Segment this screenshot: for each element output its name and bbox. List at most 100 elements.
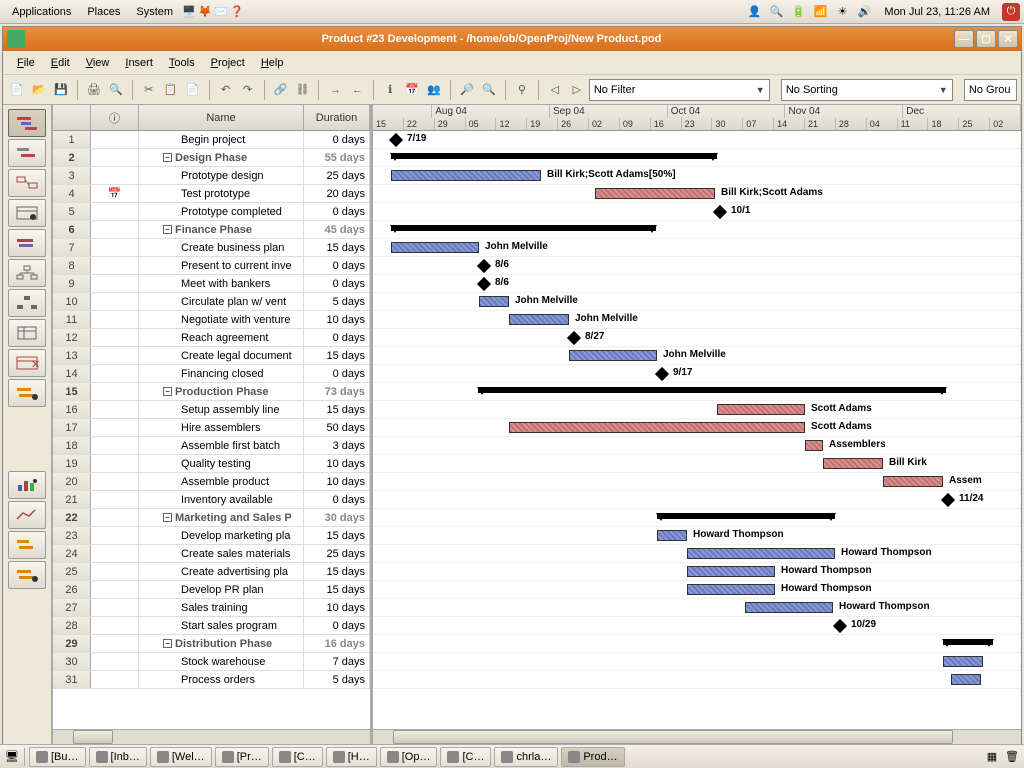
maximize-button[interactable]: ▢: [976, 30, 996, 48]
outdent-icon[interactable]: ←: [347, 79, 367, 101]
sorting-combo[interactable]: No Sorting▼: [781, 79, 953, 101]
table-row[interactable]: 11Negotiate with venture10 days: [53, 311, 370, 329]
gantt-row[interactable]: [373, 221, 1021, 239]
gantt-bar[interactable]: [883, 476, 943, 487]
gantt-bar[interactable]: [569, 350, 657, 361]
table-row[interactable]: 24Create sales materials25 days: [53, 545, 370, 563]
power-icon[interactable]: ⏻: [1002, 3, 1020, 21]
table-row[interactable]: 22−Marketing and Sales P30 days: [53, 509, 370, 527]
task-usage2-button[interactable]: [8, 531, 46, 559]
taskbar-item[interactable]: [Wel…: [150, 747, 212, 767]
gantt-bar[interactable]: [477, 277, 491, 291]
table-row[interactable]: 1Begin project0 days: [53, 131, 370, 149]
table-row[interactable]: 31Process orders5 days: [53, 671, 370, 689]
gantt-bar[interactable]: [687, 584, 775, 595]
name-header[interactable]: Name: [139, 105, 304, 130]
network-view-button[interactable]: [8, 169, 46, 197]
gantt-row[interactable]: Bill Kirk;Scott Adams: [373, 185, 1021, 203]
gantt-row[interactable]: John Melville: [373, 347, 1021, 365]
gantt-row[interactable]: Howard Thompson: [373, 563, 1021, 581]
table-row[interactable]: 19Quality testing10 days: [53, 455, 370, 473]
taskbar-item[interactable]: [H…: [326, 747, 377, 767]
undo-icon[interactable]: ↶: [216, 79, 236, 101]
gantt-row[interactable]: Bill Kirk;Scott Adams[50%]: [373, 167, 1021, 185]
gantt-row[interactable]: [373, 149, 1021, 167]
taskbar-item[interactable]: [C…: [440, 747, 491, 767]
close-button[interactable]: ✕: [998, 30, 1018, 48]
resource-usage-button[interactable]: [8, 379, 46, 407]
gantt-bar[interactable]: [389, 133, 403, 147]
indicator-header[interactable]: ⓘ: [91, 105, 139, 130]
gantt-bar[interactable]: [391, 170, 541, 181]
applications-menu[interactable]: Applications: [4, 4, 79, 20]
table-row[interactable]: 9Meet with bankers0 days: [53, 275, 370, 293]
table-row[interactable]: 6−Finance Phase45 days: [53, 221, 370, 239]
taskbar-item[interactable]: [Bu…: [29, 747, 86, 767]
cut-icon[interactable]: ✂: [139, 79, 159, 101]
projects-view-button[interactable]: [8, 229, 46, 257]
gantt-row[interactable]: 10/29: [373, 617, 1021, 635]
gantt-bar[interactable]: [509, 422, 805, 433]
table-row[interactable]: 12Reach agreement0 days: [53, 329, 370, 347]
gantt-row[interactable]: 11/24: [373, 491, 1021, 509]
gantt-bar[interactable]: [687, 548, 835, 559]
chart-button[interactable]: [8, 501, 46, 529]
link-icon[interactable]: 🔗: [270, 79, 290, 101]
gantt-row[interactable]: [373, 635, 1021, 653]
prev-icon[interactable]: ◁: [545, 79, 565, 101]
table-row[interactable]: 7Create business plan15 days: [53, 239, 370, 257]
table-row[interactable]: 16Setup assembly line15 days: [53, 401, 370, 419]
gantt-bar[interactable]: [391, 153, 717, 159]
report-view-button[interactable]: [8, 319, 46, 347]
gantt-bar[interactable]: [823, 458, 883, 469]
gantt-row[interactable]: 9/17: [373, 365, 1021, 383]
gantt-row[interactable]: Assem: [373, 473, 1021, 491]
menu-tools[interactable]: Tools: [161, 54, 203, 72]
table-row[interactable]: 14Financing closed0 days: [53, 365, 370, 383]
gantt-view-button[interactable]: [8, 109, 46, 137]
resources-view-button[interactable]: [8, 199, 46, 227]
gantt-row[interactable]: Scott Adams: [373, 401, 1021, 419]
taskbar-item[interactable]: chrla…: [494, 747, 558, 767]
table-row[interactable]: 26Develop PR plan15 days: [53, 581, 370, 599]
open-icon[interactable]: 📂: [29, 79, 49, 101]
user-icon[interactable]: 👤: [746, 4, 762, 20]
table-scrollbar[interactable]: [53, 729, 370, 745]
menu-insert[interactable]: Insert: [117, 54, 161, 72]
gantt-row[interactable]: Howard Thompson: [373, 581, 1021, 599]
gantt-row[interactable]: [373, 653, 1021, 671]
paste-icon[interactable]: 📄: [183, 79, 203, 101]
table-row[interactable]: 25Create advertising pla15 days: [53, 563, 370, 581]
gantt-bar[interactable]: [391, 242, 479, 253]
gantt-bar[interactable]: [509, 314, 569, 325]
gantt-bar[interactable]: [479, 296, 509, 307]
redo-icon[interactable]: ↷: [238, 79, 258, 101]
gantt-row[interactable]: John Melville: [373, 293, 1021, 311]
group-combo[interactable]: No Grou: [964, 79, 1017, 101]
assign-icon[interactable]: 👥: [424, 79, 444, 101]
tracking-gantt-button[interactable]: [8, 139, 46, 167]
gantt-bar[interactable]: [478, 387, 946, 393]
gantt-row[interactable]: 10/1: [373, 203, 1021, 221]
taskbar-item[interactable]: [Op…: [380, 747, 438, 767]
table-row[interactable]: 15−Production Phase73 days: [53, 383, 370, 401]
taskbar-item[interactable]: Prod…: [561, 747, 624, 767]
gantt-bar[interactable]: [391, 225, 656, 231]
gantt-bar[interactable]: [717, 404, 805, 415]
wbs-view-button[interactable]: [8, 259, 46, 287]
gantt-row[interactable]: 8/6: [373, 275, 1021, 293]
duration-header[interactable]: Duration: [304, 105, 370, 130]
table-row[interactable]: 4📅Test prototype20 days: [53, 185, 370, 203]
new-icon[interactable]: 📄: [7, 79, 27, 101]
gantt-bar[interactable]: [745, 602, 833, 613]
gantt-row[interactable]: Howard Thompson: [373, 527, 1021, 545]
firefox-icon[interactable]: 🦊: [197, 4, 213, 20]
gantt-bar[interactable]: [567, 331, 581, 345]
gantt-bar[interactable]: [657, 513, 835, 519]
gantt-row[interactable]: Scott Adams: [373, 419, 1021, 437]
volume-icon[interactable]: 🔊: [856, 4, 872, 20]
unlink-icon[interactable]: ⛓: [292, 79, 312, 101]
menu-help[interactable]: Help: [253, 54, 292, 72]
gantt-row[interactable]: John Melville: [373, 311, 1021, 329]
launcher-icon[interactable]: 🖥️: [181, 4, 197, 20]
